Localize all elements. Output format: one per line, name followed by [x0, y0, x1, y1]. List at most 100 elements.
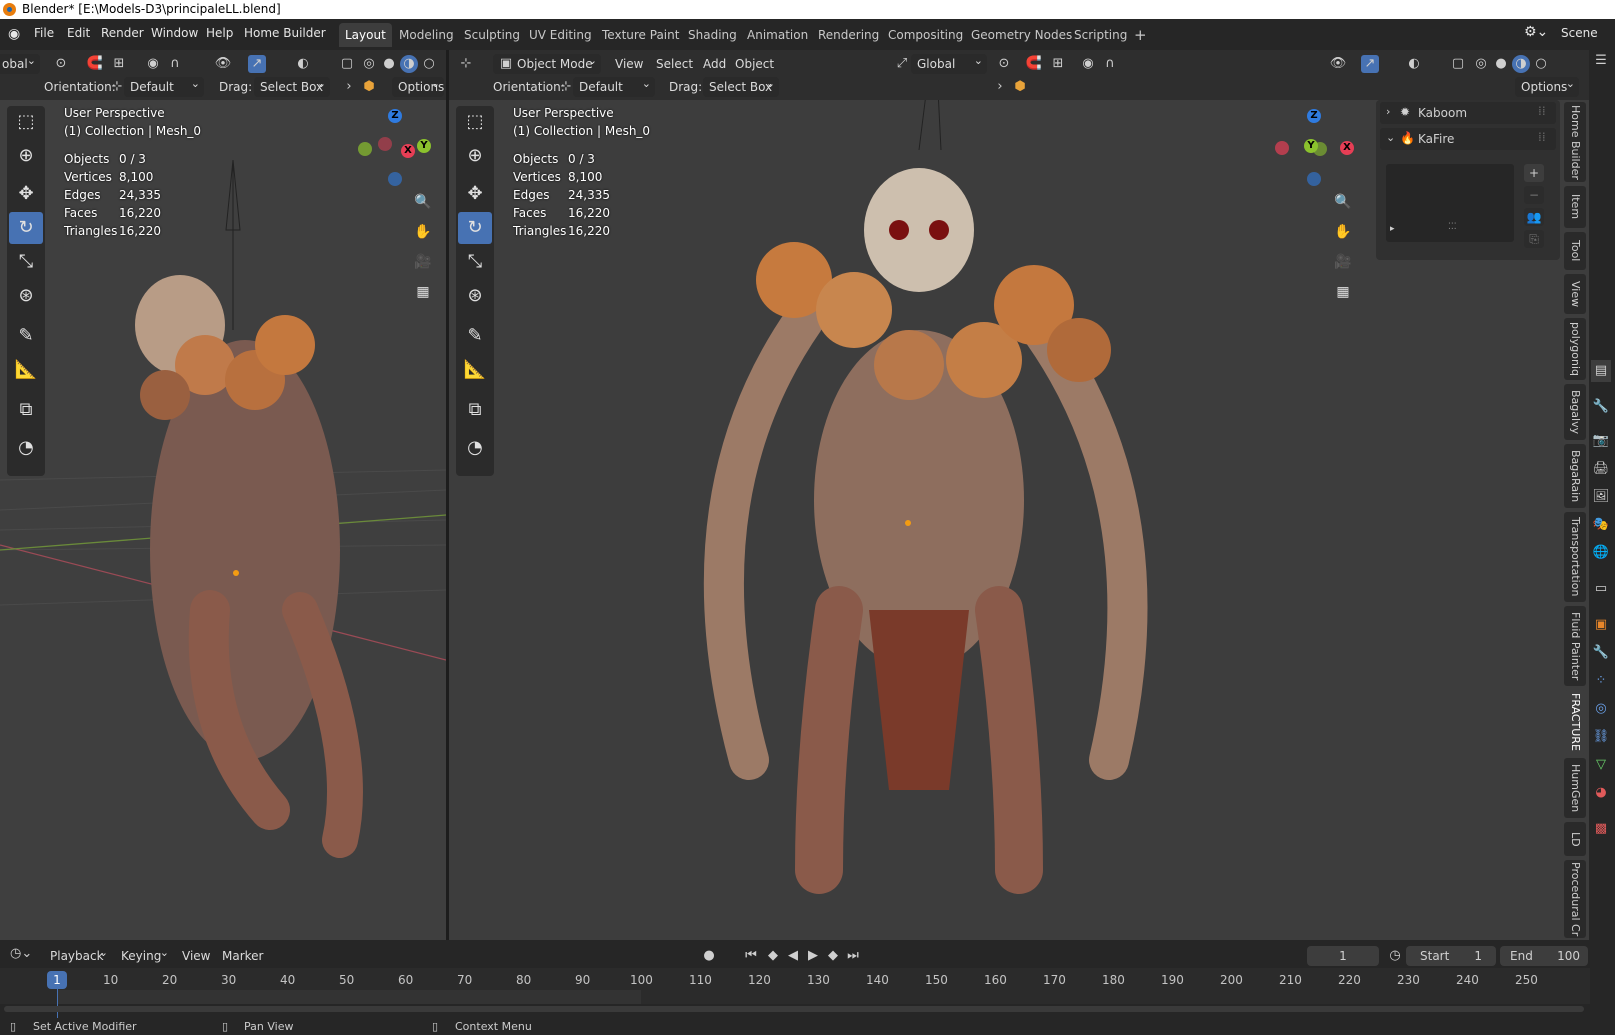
menu-window[interactable]: Window	[151, 26, 198, 40]
add-cube-tool[interactable]: ⧉	[458, 394, 492, 426]
output-properties-icon[interactable]: 🖨	[1591, 458, 1611, 480]
sidebar-tab-transportation[interactable]: Transportation	[1564, 512, 1586, 602]
move-tool[interactable]: ✥	[458, 178, 492, 210]
tab-geometry-nodes[interactable]: Geometry Nodes	[965, 23, 1078, 47]
sidebar-tab-fluid-painter[interactable]: Fluid Painter	[1564, 606, 1586, 686]
panel-kafire[interactable]: ⌄ 🔥 KaFire ⁞⁞	[1380, 128, 1556, 150]
list-copy-icon[interactable]: ⎘	[1524, 230, 1544, 248]
tool-properties-icon[interactable]: 🔧	[1591, 396, 1611, 418]
left-snap-target-icon[interactable]: ⊞	[110, 55, 128, 73]
collection-properties-icon[interactable]: ▭	[1591, 578, 1611, 600]
sidebar-tab-procedural[interactable]: Procedural Cr	[1564, 860, 1586, 938]
options-dropdown[interactable]: Options	[1515, 74, 1579, 97]
scale-tool[interactable]: ⤡	[458, 246, 492, 278]
sidebar-tab-humgen[interactable]: HumGen	[1564, 758, 1586, 818]
camera-icon[interactable]: 🎥	[1331, 250, 1355, 274]
left-material-shading-icon[interactable]: ◑	[400, 55, 418, 73]
scene-properties-icon[interactable]: 🎭	[1591, 514, 1611, 536]
menu-object[interactable]: Object	[735, 54, 774, 74]
addon-icon[interactable]: ⬢	[1011, 78, 1029, 96]
left-gizmo-icon[interactable]: ↗	[248, 55, 266, 73]
left-orientation-dropdown[interactable]: Default	[124, 74, 204, 97]
constraints-properties-icon[interactable]: ⛓	[1591, 726, 1611, 748]
auto-keying-icon[interactable]: ●	[700, 947, 718, 965]
rotate-tool[interactable]: ↻	[458, 212, 492, 244]
play-reverse-icon[interactable]: ◀	[784, 947, 802, 965]
sidebar-tab-polygoniq[interactable]: polygoniq	[1564, 318, 1586, 380]
cursor-tool[interactable]: ⊕	[458, 140, 492, 172]
orientation-dropdown[interactable]: Default	[573, 74, 655, 97]
axis-z[interactable]: Z	[1307, 109, 1321, 123]
xray-icon[interactable]: ▢	[1449, 55, 1467, 73]
properties-editor-type-icon[interactable]: ▤	[1591, 360, 1611, 382]
left-overlay-icon[interactable]: ◐	[294, 55, 312, 73]
left-camera-icon[interactable]: 🎥	[411, 250, 435, 274]
left-pan-hand-icon[interactable]: ✋	[411, 220, 435, 244]
falloff-icon[interactable]: ∩	[1101, 55, 1119, 73]
timeline-scrollbar[interactable]	[4, 1006, 1584, 1012]
menu-file[interactable]: File	[34, 26, 54, 40]
tab-sculpting[interactable]: Sculpting	[458, 23, 526, 47]
left-axis-neg-y[interactable]	[358, 142, 372, 156]
left-addon-icon[interactable]: ⬢	[360, 78, 378, 96]
left-annotate-tool[interactable]: ✎	[9, 320, 43, 352]
tab-rendering[interactable]: Rendering	[812, 23, 885, 47]
left-axis-y[interactable]: Y	[417, 139, 431, 153]
left-axis-neg-z[interactable]	[388, 172, 402, 186]
snap-icon[interactable]: 🧲	[1025, 55, 1043, 73]
left-drag-dropdown[interactable]: Select Box	[254, 74, 330, 97]
physics-properties-icon[interactable]: ◎	[1591, 698, 1611, 720]
left-zoom-icon[interactable]: 🔍	[411, 190, 435, 214]
list-add-button[interactable]: +	[1524, 164, 1544, 182]
tab-compositing[interactable]: Compositing	[882, 23, 969, 47]
left-wireframe-shading-icon[interactable]: ◎	[360, 55, 378, 73]
menu-help[interactable]: Help	[206, 26, 233, 40]
chevron-right-icon[interactable]: ›	[991, 78, 1009, 96]
left-chevron-right-icon[interactable]: ›	[340, 78, 358, 96]
left-cursor-tool[interactable]: ⊕	[9, 140, 43, 172]
jump-keyframe-back-icon[interactable]: ◆	[764, 947, 782, 965]
left-axis-z[interactable]: Z	[388, 109, 402, 123]
left-grid-icon[interactable]: ▦	[411, 280, 435, 304]
menu-add[interactable]: Add	[703, 54, 726, 74]
sidebar-tab-view[interactable]: View	[1564, 274, 1586, 314]
left-xray-icon[interactable]: ▢	[338, 55, 356, 73]
snap-target-icon[interactable]: ⊞	[1049, 55, 1067, 73]
tab-texture-paint[interactable]: Texture Paint	[596, 23, 685, 47]
menu-edit[interactable]: Edit	[67, 26, 90, 40]
object-properties-icon[interactable]: ▣	[1591, 614, 1611, 636]
list-resize-icon[interactable]: ⁚⁚⁚	[1448, 222, 1457, 232]
transform-orientation-dropdown[interactable]: Global	[911, 51, 987, 74]
left-pivot-icon[interactable]: ⊙	[52, 55, 70, 73]
measure-tool[interactable]: 📐	[458, 354, 492, 386]
current-frame-field[interactable]: 1	[1307, 946, 1379, 966]
left-addon-tool[interactable]: ◔	[9, 432, 43, 464]
playhead-frame-indicator[interactable]: 1	[47, 971, 67, 989]
overlay-icon[interactable]: ◐	[1405, 55, 1423, 73]
jump-end-icon[interactable]: ⏭	[844, 947, 862, 965]
sidebar-tab-fracture[interactable]: FRACTURE	[1564, 690, 1586, 754]
proportional-edit-icon[interactable]: ◉	[1079, 55, 1097, 73]
timeline-view-menu[interactable]: View	[182, 946, 210, 966]
axis-neg-z[interactable]	[1307, 172, 1321, 186]
left-solid-shading-icon[interactable]: ●	[380, 55, 398, 73]
properties-menu-icon[interactable]: ☰	[1591, 50, 1611, 72]
solid-shading-icon[interactable]: ●	[1492, 55, 1510, 73]
left-measure-tool[interactable]: 📐	[9, 354, 43, 386]
modifier-properties-icon[interactable]: 🔧	[1591, 642, 1611, 664]
playback-menu[interactable]: Playback	[44, 943, 112, 966]
panel-kaboom[interactable]: › ✹ Kaboom ⁞⁞	[1380, 102, 1556, 124]
drag-handle-icon[interactable]: ⁞⁞	[1538, 130, 1546, 144]
menu-select[interactable]: Select	[656, 54, 693, 74]
annotate-tool[interactable]: ✎	[458, 320, 492, 352]
keying-menu[interactable]: Keying	[115, 943, 173, 966]
timeline-editor-type-icon[interactable]: ◷⌄	[10, 946, 32, 961]
end-frame-field[interactable]: End 100	[1500, 946, 1588, 966]
left-snap-icon[interactable]: 🧲	[86, 55, 104, 73]
kafire-list[interactable]: ▸ ⁚⁚⁚	[1386, 164, 1514, 242]
axis-neg-y[interactable]	[1313, 142, 1327, 156]
select-box-tool[interactable]: ⬚	[458, 106, 492, 138]
left-axis-neg-x[interactable]	[378, 137, 392, 151]
list-remove-button[interactable]: −	[1524, 186, 1544, 204]
sidebar-tab-bagalvy[interactable]: Bagalvy	[1564, 384, 1586, 440]
